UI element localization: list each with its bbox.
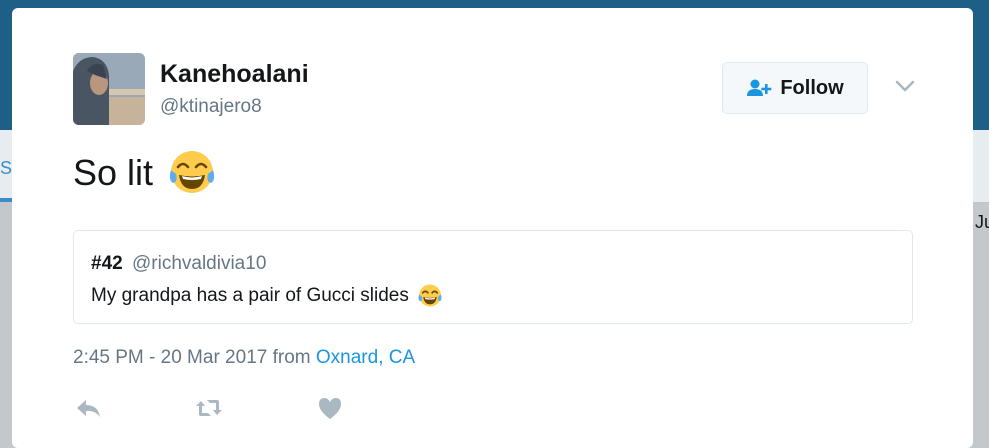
chevron-down-icon[interactable] <box>894 78 916 94</box>
tears-of-joy-emoji-icon <box>169 151 215 193</box>
retweet-icon[interactable] <box>194 393 224 423</box>
tears-of-joy-emoji-icon <box>418 284 442 307</box>
quoted-tweet-text-row: My grandpa has a pair of Gucci slides <box>91 283 443 309</box>
quoted-tweet-header: #42 @richvaldivia10 <box>91 253 266 275</box>
quoted-tweet[interactable]: #42 @richvaldivia10 My grandpa has a pai… <box>73 230 913 324</box>
follow-button-label: Follow <box>780 76 844 99</box>
location-prefix: from <box>272 347 311 368</box>
tweet-body: So lit <box>73 148 217 198</box>
tweet-text: So lit <box>73 152 154 193</box>
location-link[interactable]: Oxnard, CA <box>316 347 415 368</box>
like-icon[interactable] <box>315 393 345 423</box>
follow-user-plus-icon <box>747 79 772 96</box>
tweet-actions <box>73 393 373 423</box>
avatar[interactable] <box>73 53 145 125</box>
reply-icon[interactable] <box>73 393 103 423</box>
user-display-name[interactable]: Kanehoalani <box>160 60 309 89</box>
tweet-timestamp[interactable]: 2:45 PM - 20 Mar 2017 <box>73 347 267 368</box>
quoted-user-name: #42 <box>91 253 123 274</box>
background-text-fragment: Ju <box>975 212 989 232</box>
quoted-user-handle: @richvaldivia10 <box>131 253 267 274</box>
follow-button[interactable]: Follow <box>722 62 868 114</box>
quoted-tweet-text: My grandpa has a pair of Gucci slides <box>91 285 409 306</box>
user-handle[interactable]: @ktinajero8 <box>160 96 262 118</box>
background-tab-underline <box>0 198 12 202</box>
tweet-metadata: 2:45 PM - 20 Mar 2017 from Oxnard, CA <box>73 347 415 369</box>
avatar-photo-icon <box>73 53 145 125</box>
tweet-card: Kanehoalani @ktinajero8 Follow So lit #4… <box>12 8 973 448</box>
